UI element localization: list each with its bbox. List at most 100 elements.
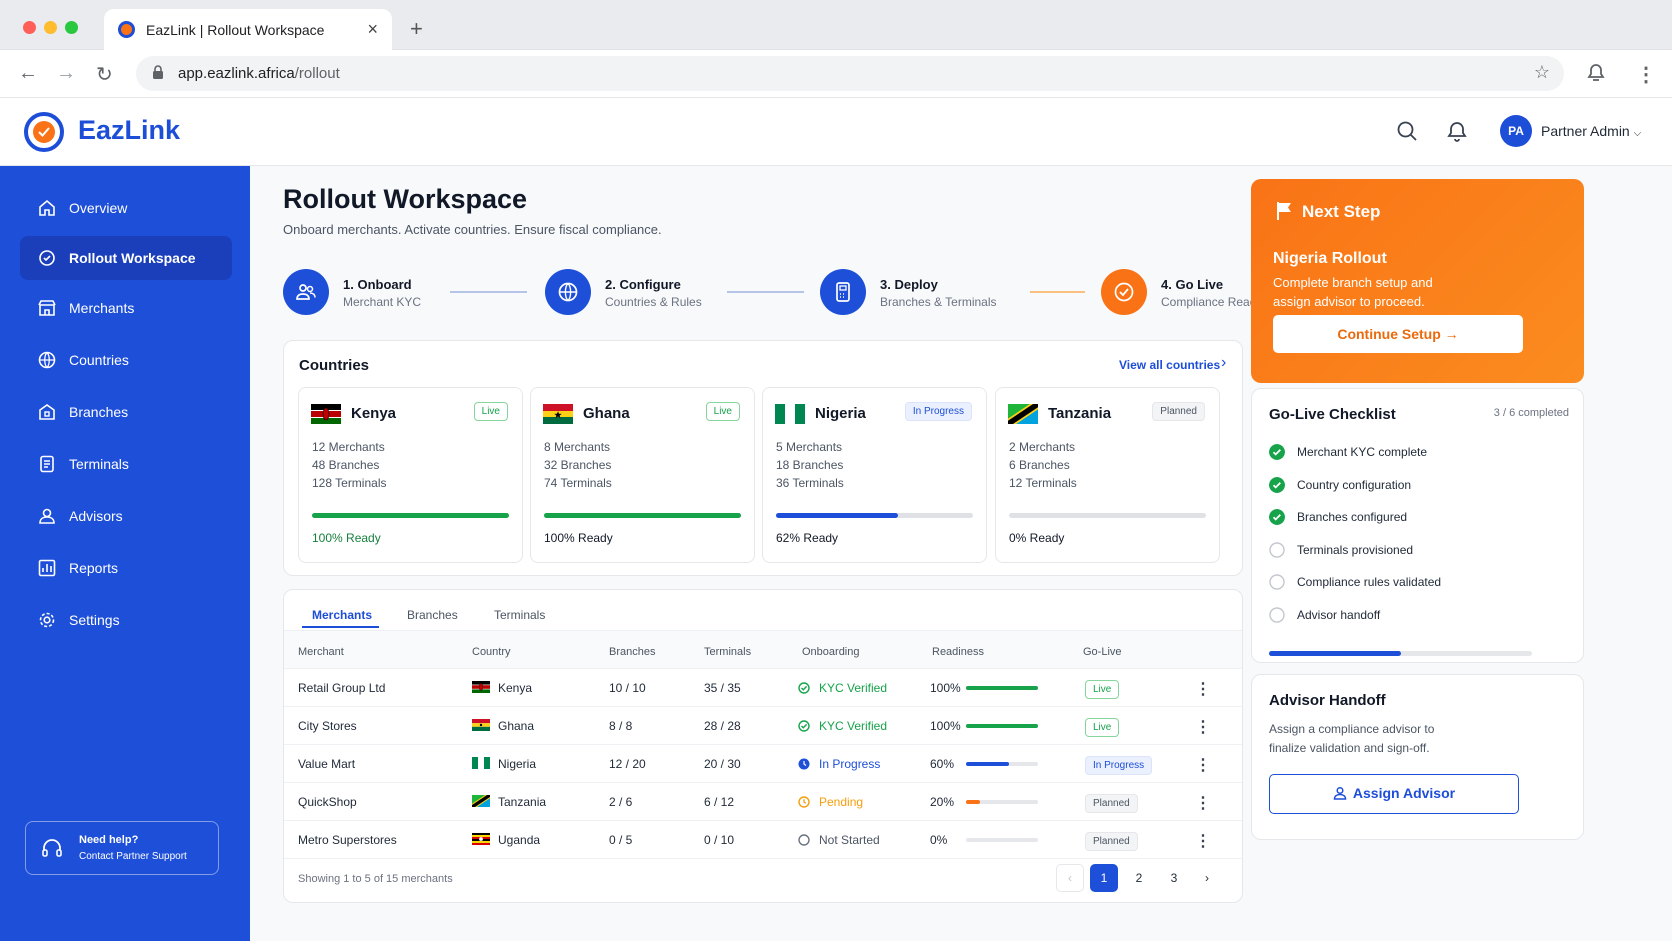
bookmark-star-icon[interactable]: ☆ <box>1534 62 1550 83</box>
page-subtitle: Onboard merchants. Activate countries. E… <box>283 222 662 237</box>
browser-tabbar: EazLink | Rollout Workspace × + <box>0 0 1672 50</box>
lock-icon <box>153 65 163 79</box>
checklist-count: 3 / 6 completed <box>1493 407 1569 419</box>
continue-setup-button[interactable]: Continue Setup → <box>1273 315 1523 353</box>
search-icon[interactable] <box>1396 120 1418 142</box>
forward-icon[interactable]: → <box>56 62 76 85</box>
extensions-icon[interactable] <box>1585 62 1607 84</box>
readiness-mini-bar-fill <box>966 724 1038 728</box>
main-content: Rollout Workspace Onboard merchants. Act… <box>250 166 1672 941</box>
step-connector <box>1030 291 1085 293</box>
page-button-1[interactable]: 1 <box>1090 864 1118 892</box>
row-menu-icon[interactable]: ⋮ <box>1195 793 1211 813</box>
globe-icon <box>558 282 578 302</box>
gear-icon <box>39 612 55 628</box>
row-menu-icon[interactable]: ⋮ <box>1195 679 1211 699</box>
sidebar-item-merchants[interactable]: Merchants <box>20 286 232 330</box>
column-header: Merchant <box>298 646 344 658</box>
close-window-dot[interactable] <box>23 21 36 34</box>
sidebar-item-label: Overview <box>69 200 128 216</box>
sidebar-item-countries[interactable]: Countries <box>20 338 232 382</box>
sidebar-item-advisors[interactable]: Advisors <box>20 494 232 538</box>
column-header: Terminals <box>704 646 752 658</box>
step-subtitle: Countries & Rules <box>605 295 702 309</box>
browser-tab[interactable]: EazLink | Rollout Workspace × <box>104 9 392 50</box>
step-subtitle: Compliance Ready <box>1161 295 1263 309</box>
onboarding-status: KYC Verified <box>819 719 888 733</box>
prev-page-icon[interactable]: ‹ <box>1056 864 1084 892</box>
store-icon <box>38 300 56 316</box>
terminals-value: 35 / 35 <box>704 681 741 695</box>
assign-advisor-label: Assign Advisor <box>1352 785 1456 801</box>
sidebar-item-reports[interactable]: Reports <box>20 546 232 590</box>
terminal-icon <box>836 282 850 302</box>
chart-icon <box>38 559 56 577</box>
country-card-ghana[interactable]: Ghana Live 8 Merchants 32 Branches 74 Te… <box>530 387 755 563</box>
table-row[interactable]: Metro Superstores Uganda 0 / 5 0 / 10 No… <box>284 820 1242 858</box>
next-page-icon[interactable]: › <box>1193 864 1221 892</box>
tab-terminals[interactable]: Terminals <box>494 608 545 622</box>
sidebar-item-overview[interactable]: Overview <box>20 186 232 230</box>
new-tab-icon[interactable]: + <box>410 16 423 42</box>
sidebar-item-label: Countries <box>69 352 129 368</box>
sidebar-item-rollout-workspace[interactable]: Rollout Workspace <box>20 236 232 280</box>
table-row[interactable]: Value Mart Nigeria 12 / 20 20 / 30 In Pr… <box>284 744 1242 782</box>
terminals-value: 0 / 10 <box>704 833 735 847</box>
logo-text[interactable]: EazLink <box>78 115 180 146</box>
user-name[interactable]: Partner Admin ⌵ <box>1541 123 1641 139</box>
row-menu-icon[interactable]: ⋮ <box>1195 831 1211 851</box>
view-all-countries-link[interactable]: View all countries <box>1119 358 1220 372</box>
row-menu-icon[interactable]: ⋮ <box>1195 717 1211 737</box>
ghana-flag-icon <box>543 404 573 424</box>
bell-icon[interactable] <box>1446 120 1468 142</box>
readiness-mini-bar-fill <box>966 686 1038 690</box>
page-button-3[interactable]: 3 <box>1160 864 1188 892</box>
chevron-right-icon[interactable]: › <box>1221 354 1226 372</box>
back-icon[interactable]: ← <box>18 62 38 85</box>
address-bar[interactable]: app.eazlink.africa/rollout ☆ <box>136 56 1564 91</box>
table-row[interactable]: City Stores Ghana 8 / 8 28 / 28 KYC Veri… <box>284 706 1242 744</box>
help-support-button[interactable]: Need help? Contact Partner Support <box>25 821 219 875</box>
assign-advisor-button[interactable]: Assign Advisor <box>1269 774 1519 814</box>
browser-menu-icon[interactable]: ⋮ <box>1636 62 1656 87</box>
sidebar-item-branches[interactable]: Branches <box>20 390 232 434</box>
country-card-nigeria[interactable]: Nigeria In Progress 5 Merchants 18 Branc… <box>762 387 987 563</box>
tab-branches[interactable]: Branches <box>407 608 458 622</box>
sidebar-item-label: Branches <box>69 404 129 420</box>
close-tab-icon[interactable]: × <box>367 19 378 40</box>
checklist-item-label: Country configuration <box>1297 478 1412 492</box>
merchant-count: 12 Merchants <box>312 440 385 454</box>
country-card-kenya[interactable]: Kenya Live 12 Merchants 48 Branches 128 … <box>298 387 523 563</box>
check-circle-icon <box>798 720 810 732</box>
table-row[interactable]: QuickShop Tanzania 2 / 6 6 / 12 Pending … <box>284 782 1242 820</box>
table-row[interactable]: Retail Group Ltd Kenya 10 / 10 35 / 35 K… <box>284 668 1242 706</box>
readiness-bar <box>544 513 741 518</box>
readiness-mini-bar <box>966 724 1038 728</box>
sidebar-item-terminals[interactable]: Terminals <box>20 442 232 486</box>
terminals-value: 28 / 28 <box>704 719 741 733</box>
sidebar-item-settings[interactable]: Settings <box>20 598 232 642</box>
branches-value: 12 / 20 <box>609 757 646 771</box>
page-button-2[interactable]: 2 <box>1125 864 1153 892</box>
country-name: Nigeria <box>815 405 866 422</box>
branches-value: 2 / 6 <box>609 795 633 809</box>
onboarding-status: KYC Verified <box>819 681 888 695</box>
avatar[interactable]: PA <box>1500 115 1532 147</box>
branches-value: 10 / 10 <box>609 681 646 695</box>
country-name: Uganda <box>498 833 541 847</box>
country-card-tanzania[interactable]: Tanzania Planned 2 Merchants 6 Branches … <box>995 387 1220 563</box>
reload-icon[interactable]: ↻ <box>96 62 113 87</box>
readiness-value: 100% <box>930 681 961 695</box>
tanzania-flag-icon <box>472 795 490 807</box>
readiness-mini-bar-fill <box>966 762 1010 766</box>
tab-merchants[interactable]: Merchants <box>312 608 372 622</box>
arrow-right-icon: → <box>1444 326 1459 342</box>
minimize-window-dot[interactable] <box>44 21 57 34</box>
row-menu-icon[interactable]: ⋮ <box>1195 755 1211 775</box>
onboarding-status: In Progress <box>819 757 881 771</box>
readiness-label: 100% Ready <box>544 531 613 545</box>
home-icon <box>39 199 55 216</box>
maximize-window-dot[interactable] <box>65 21 78 34</box>
user-icon <box>39 508 55 524</box>
favicon-icon <box>118 21 135 38</box>
